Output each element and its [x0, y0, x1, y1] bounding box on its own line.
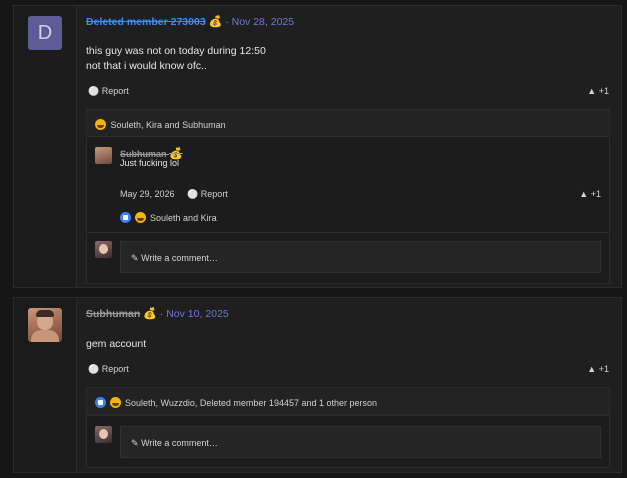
reactions-bar[interactable]: Souleth, Kira and Subhuman	[86, 109, 610, 137]
post-sidebar: D	[14, 6, 77, 287]
separator: ·	[225, 16, 229, 28]
comment-reactions-text: Souleth and Kira	[150, 213, 217, 223]
post-2: Subhuman 💰 · Nov 10, 2025 gem account ⚪ …	[13, 297, 622, 473]
post-content-line: not that i would know ofc..	[86, 60, 207, 72]
comment-meta: May 29, 2026 ⚪ Report	[120, 189, 228, 200]
comment-date[interactable]: May 29, 2026	[120, 189, 175, 199]
reactions-text: Souleth, Kira and Subhuman	[110, 120, 226, 130]
write-comment-placeholder: Write a comment…	[141, 253, 218, 263]
divider	[87, 232, 609, 233]
laugh-emoji-icon	[95, 119, 106, 130]
money-bag-icon: 💰	[208, 16, 223, 28]
write-comment-input[interactable]: ✎ Write a comment…	[120, 241, 601, 273]
pencil-icon: ✎	[131, 253, 139, 263]
current-user-avatar[interactable]	[95, 241, 112, 258]
like-button[interactable]: ▲ +1	[587, 364, 609, 374]
post-header: Deleted member 273003 💰 · Nov 28, 2025	[86, 15, 294, 28]
post-content-line: gem account	[86, 338, 147, 350]
bell-icon: ⚪	[187, 189, 199, 199]
comment-like-count: +1	[590, 189, 601, 199]
avatar[interactable]: D	[28, 16, 62, 50]
bell-icon: ⚪	[88, 86, 100, 96]
comments-section: Subhuman 💰 Just fucking lol May 29, 2026…	[86, 136, 610, 284]
laugh-emoji-icon	[109, 397, 121, 408]
report-label: Report	[101, 364, 129, 374]
post-content: gem account	[86, 337, 146, 352]
money-bag-icon: 💰	[143, 308, 157, 320]
like-count: +1	[598, 86, 609, 96]
write-comment-input[interactable]: ✎ Write a comment…	[120, 426, 601, 458]
comment-avatar[interactable]	[95, 147, 112, 164]
post-author[interactable]: Subhuman	[86, 308, 140, 320]
comment-like-button[interactable]: ▲ +1	[579, 189, 601, 199]
post-content-line: this guy was not on today during 12:50	[86, 45, 266, 57]
report-button[interactable]: ⚪ Report	[88, 364, 129, 375]
pencil-icon: ✎	[131, 438, 139, 448]
like-emoji-icon	[95, 397, 106, 408]
post-date[interactable]: Nov 10, 2025	[166, 308, 228, 320]
post-header: Subhuman 💰 · Nov 10, 2025	[86, 307, 229, 320]
reactions-bar[interactable]: Souleth, Wuzzdio, Deleted member 194457 …	[86, 387, 610, 415]
report-label: Report	[101, 86, 129, 96]
post-author[interactable]: Deleted member 273003	[86, 16, 206, 28]
thumb-up-icon: ▲	[579, 189, 589, 199]
comment-report-button[interactable]: ⚪ Report	[187, 189, 228, 199]
comments-section: ✎ Write a comment…	[86, 415, 610, 468]
avatar[interactable]	[28, 308, 62, 342]
like-button[interactable]: ▲ +1	[587, 86, 609, 96]
reactions-text: Souleth, Wuzzdio, Deleted member 194457 …	[125, 398, 378, 408]
thumb-up-icon: ▲	[587, 86, 597, 96]
separator: ·	[159, 308, 164, 320]
current-user-avatar[interactable]	[95, 426, 112, 443]
thumb-up-icon: ▲	[587, 364, 597, 374]
like-emoji-icon	[120, 212, 131, 223]
post-content: this guy was not on today during 12:50 n…	[86, 44, 266, 74]
laugh-emoji-icon	[134, 212, 146, 223]
like-count: +1	[598, 364, 609, 374]
post-1: D Deleted member 273003 💰 · Nov 28, 2025…	[13, 5, 622, 288]
post-sidebar	[14, 298, 77, 472]
comment-reactions[interactable]: Souleth and Kira	[120, 212, 217, 223]
bell-icon: ⚪	[88, 364, 100, 374]
post-date[interactable]: Nov 28, 2025	[232, 16, 294, 28]
write-comment-placeholder: Write a comment…	[141, 438, 218, 448]
comment-text: Just fucking lol	[120, 158, 180, 168]
report-button[interactable]: ⚪ Report	[88, 86, 129, 97]
